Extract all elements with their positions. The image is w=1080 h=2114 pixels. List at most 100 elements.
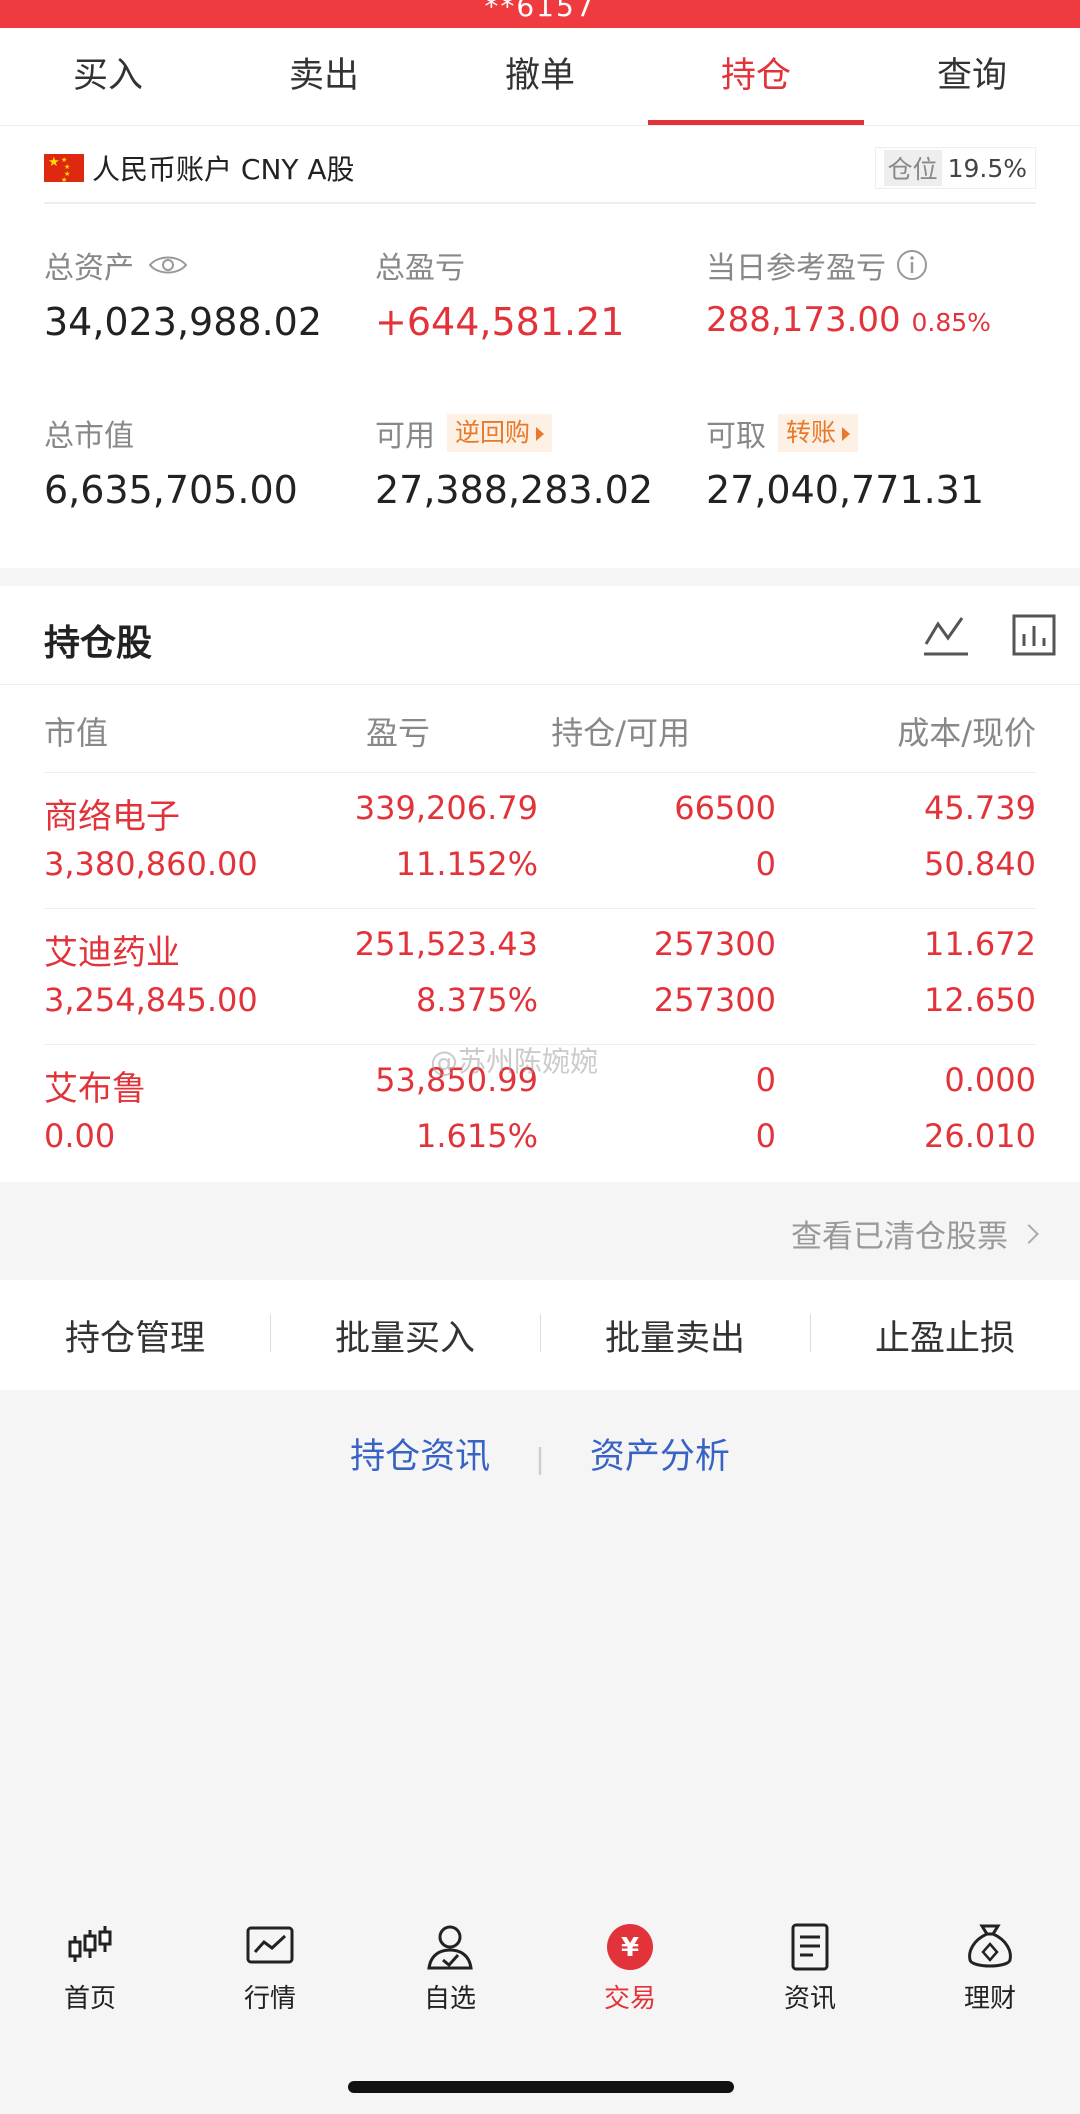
- header-cost[interactable]: 成本/现价: [897, 708, 1036, 754]
- asset-analysis-link[interactable]: 资产分析: [590, 1437, 730, 1477]
- money-bag-icon: [968, 1924, 1012, 1968]
- stock-name: 商络电子: [44, 797, 180, 837]
- withdrawable-funds: 可取 转账 27,040,771.31: [706, 412, 984, 512]
- position-ratio: 仓位 19.5%: [874, 147, 1036, 189]
- position-ratio-label: 仓位: [883, 150, 942, 186]
- stock-pl: 339,206.79: [354, 789, 538, 827]
- stock-pl: 251,523.43: [354, 925, 538, 963]
- daily-pl-label: 当日参考盈亏: [706, 251, 886, 286]
- tab-query[interactable]: 查询: [864, 28, 1080, 125]
- info-links: 持仓资讯 | 资产分析: [0, 1428, 1080, 1479]
- stock-cost: 45.739: [924, 789, 1036, 827]
- stock-cost: 0.000: [944, 1061, 1036, 1099]
- total-pl: 总盈亏 +644,581.21: [375, 244, 624, 344]
- stock-pl-percent: 8.375%: [415, 981, 538, 1019]
- line-chart-icon[interactable]: [922, 610, 970, 658]
- available-label: 可用: [375, 419, 435, 454]
- nav-market-label: 行情: [243, 1984, 296, 2014]
- home-indicator[interactable]: [348, 2081, 734, 2093]
- tab-holdings[interactable]: 持仓: [648, 28, 864, 125]
- stock-available: 257300: [653, 981, 776, 1019]
- bar-chart-icon[interactable]: [1010, 610, 1058, 658]
- chevron-right-icon: [1019, 1223, 1039, 1244]
- stock-name: 艾布鲁: [44, 1069, 146, 1109]
- china-flag-icon: ★ ★ ★ ★ ★: [44, 154, 84, 184]
- holdings-section: 持仓股 市值 盈亏 持仓/可用 成本/现价 商络电子 3,380,860.00 …: [0, 586, 1080, 1182]
- stock-position: 0: [755, 1061, 776, 1099]
- holding-news-link[interactable]: 持仓资讯: [350, 1437, 490, 1477]
- info-icon[interactable]: [896, 249, 928, 281]
- market-value: 总市值 6,635,705.00: [44, 412, 298, 512]
- account-name: 人民币账户 CNY A股: [92, 153, 355, 186]
- stock-price: 26.010: [924, 1117, 1036, 1155]
- holdings-title: 持仓股: [44, 623, 153, 664]
- stock-position: 257300: [653, 925, 776, 963]
- view-cleared-stocks-link[interactable]: 查看已清仓股票: [791, 1211, 1039, 1256]
- withdrawable-label: 可取: [706, 419, 766, 454]
- withdrawable-value: 27,040,771.31: [706, 468, 985, 512]
- stock-market-value: 3,254,845.00: [44, 981, 258, 1019]
- nav-trade[interactable]: ¥ 交易: [570, 1922, 690, 2015]
- link-separator: |: [535, 1442, 545, 1475]
- tab-cancel[interactable]: 撤单: [432, 28, 648, 125]
- nav-watchlist-label: 自选: [423, 1984, 476, 2014]
- daily-pl-value-wrap: 288,173.00 0.85%: [706, 300, 991, 340]
- stock-available: 0: [755, 1117, 776, 1155]
- svg-text:¥: ¥: [621, 1933, 639, 1963]
- nav-news[interactable]: 资讯: [750, 1922, 870, 2015]
- market-value-label: 总市值: [44, 419, 134, 454]
- stock-market-value: 3,380,860.00: [44, 845, 258, 883]
- stock-pl-percent: 1.615%: [415, 1117, 538, 1155]
- daily-pl-value: 288,173.00: [706, 300, 901, 340]
- holding-actions: 持仓管理 批量买入 批量卖出 止盈止损: [0, 1280, 1080, 1390]
- position-ratio-value: 19.5%: [947, 153, 1027, 183]
- status-strip: **6157: [0, 0, 1080, 28]
- nav-finance-label: 理财: [963, 1984, 1016, 2014]
- table-row[interactable]: 艾迪药业 3,254,845.00 251,523.43 8.375% 2573…: [44, 908, 1036, 1044]
- account-header: ★ ★ ★ ★ ★ 人民币账户 CNY A股 仓位 19.5%: [44, 147, 1036, 204]
- stock-market-value: 0.00: [44, 1117, 116, 1155]
- nav-trade-label: 交易: [603, 1984, 656, 2014]
- stock-name: 艾迪药业: [44, 933, 180, 973]
- candlestick-icon: [68, 1926, 112, 1962]
- yen-icon: ¥: [607, 1924, 653, 1970]
- header-market-value: 市值: [44, 714, 109, 752]
- total-pl-label: 总盈亏: [375, 251, 465, 286]
- table-row[interactable]: 商络电子 3,380,860.00 339,206.79 11.152% 665…: [44, 772, 1036, 908]
- total-assets-value: 34,023,988.02: [44, 300, 323, 344]
- stock-available: 0: [755, 845, 776, 883]
- daily-pl-percent: 0.85%: [911, 308, 991, 337]
- header-position: 持仓/可用: [551, 714, 690, 752]
- stock-price: 12.650: [924, 981, 1036, 1019]
- take-profit-stop-loss-button[interactable]: 止盈止损: [810, 1310, 1080, 1361]
- tab-buy[interactable]: 买入: [0, 28, 216, 125]
- chart-icon: [246, 1926, 294, 1964]
- stock-position: 66500: [674, 789, 776, 827]
- total-assets: 总资产 34,023,988.02: [44, 244, 322, 344]
- daily-pl: 当日参考盈亏 288,173.00 0.85%: [706, 244, 991, 340]
- nav-home-label: 首页: [63, 1984, 116, 2014]
- person-check-icon: [427, 1925, 473, 1970]
- stock-pl-percent: 11.152%: [395, 845, 538, 883]
- trade-tabs: 买入 卖出 撤单 持仓 查询: [0, 28, 1080, 126]
- total-pl-value: +644,581.21: [375, 300, 625, 344]
- transfer-button[interactable]: 转账: [778, 414, 859, 452]
- total-assets-label: 总资产: [44, 251, 134, 286]
- nav-market[interactable]: 行情: [210, 1922, 330, 2015]
- position-management-button[interactable]: 持仓管理: [0, 1310, 270, 1361]
- nav-home[interactable]: 首页: [30, 1922, 150, 2015]
- holdings-header: 市值 盈亏 持仓/可用 成本/现价: [44, 708, 1036, 752]
- batch-sell-button[interactable]: 批量卖出: [540, 1310, 810, 1361]
- nav-finance[interactable]: 理财: [930, 1922, 1050, 2015]
- tab-sell[interactable]: 卖出: [216, 28, 432, 125]
- batch-buy-button[interactable]: 批量买入: [270, 1310, 540, 1361]
- nav-news-label: 资讯: [783, 1984, 836, 2014]
- nav-watchlist[interactable]: 自选: [390, 1922, 510, 2015]
- header-pl: 盈亏: [365, 714, 430, 752]
- eye-icon[interactable]: [148, 253, 188, 277]
- reverse-repo-button[interactable]: 逆回购: [447, 414, 553, 452]
- document-icon: [791, 1923, 829, 1971]
- account-summary: ★ ★ ★ ★ ★ 人民币账户 CNY A股 仓位 19.5% 总资产 34,0…: [0, 126, 1080, 568]
- available-funds: 可用 逆回购 27,388,283.02: [375, 412, 653, 512]
- view-cleared-stocks-label: 查看已清仓股票: [791, 1219, 1008, 1255]
